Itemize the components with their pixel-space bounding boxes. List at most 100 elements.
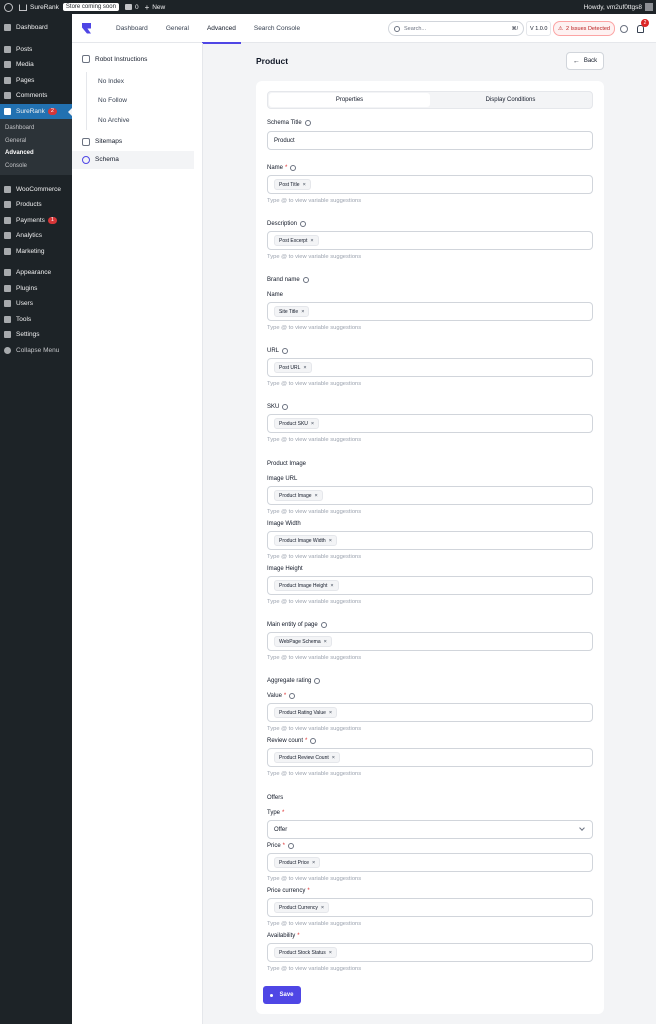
info-icon[interactable] [282, 404, 289, 410]
collapse-label: Collapse Menu [16, 346, 60, 354]
nav-sitemaps[interactable]: Sitemaps [72, 133, 202, 151]
info-icon[interactable] [289, 693, 296, 699]
chip-remove-icon[interactable]: × [311, 421, 314, 427]
tab-search-console[interactable]: Search Console [245, 14, 309, 43]
sidebar-item-posts[interactable]: Posts [0, 42, 72, 58]
submenu-dashboard[interactable]: Dashboard [0, 122, 72, 135]
admin-sidebar: Dashboard Posts Media Pages Comments Sur… [0, 14, 72, 1024]
info-icon[interactable] [302, 277, 309, 283]
info-icon[interactable] [304, 120, 311, 126]
tab-dashboard[interactable]: Dashboard [107, 14, 157, 43]
wordpress-logo-icon[interactable] [4, 2, 13, 12]
tab-properties[interactable]: Properties [269, 93, 430, 107]
url-field[interactable]: Post URL × [267, 358, 593, 377]
surerank-submenu: Dashboard General Advanced Console [0, 119, 72, 176]
rating-value-field[interactable]: Product Rating Value × [267, 703, 593, 722]
warning-icon: ⚠ [558, 25, 563, 32]
sidebar-item-appearance[interactable]: Appearance [0, 265, 72, 281]
sidebar-item-products[interactable]: Products [0, 197, 72, 213]
nav-no-archive[interactable]: No Archive [86, 110, 202, 130]
chip-remove-icon[interactable]: × [312, 860, 315, 866]
chip-remove-icon[interactable]: × [329, 710, 332, 716]
search-input[interactable]: Search... ⌘/ [388, 21, 524, 36]
chip-remove-icon[interactable]: × [301, 309, 304, 315]
sidebar-item-users[interactable]: Users [0, 296, 72, 312]
info-icon[interactable] [282, 348, 289, 354]
chevron-down-icon [579, 825, 585, 831]
info-icon[interactable] [310, 738, 317, 744]
info-icon[interactable] [320, 622, 327, 628]
tab-advanced[interactable]: Advanced [198, 14, 245, 44]
tab-display-conditions[interactable]: Display Conditions [430, 93, 591, 107]
sidebar-item-plugins[interactable]: Plugins [0, 280, 72, 296]
chip-remove-icon[interactable]: × [303, 365, 306, 371]
submenu-general[interactable]: General [0, 135, 72, 148]
image-url-field[interactable]: Product Image × [267, 486, 593, 505]
sidebar-item-comments[interactable]: Comments [0, 88, 72, 104]
submenu-console[interactable]: Console [0, 160, 72, 173]
sidebar-item-media[interactable]: Media [0, 57, 72, 73]
chip-remove-icon[interactable]: × [315, 493, 318, 499]
sidebar-item-payments[interactable]: Payments 1 [0, 212, 72, 228]
chip-remove-icon[interactable]: × [329, 950, 332, 956]
info-icon[interactable] [288, 843, 295, 849]
nav-no-follow[interactable]: No Follow [86, 91, 202, 111]
site-name-link[interactable]: SureRank [19, 3, 59, 11]
sidebar-item-pages[interactable]: Pages [0, 73, 72, 89]
store-badge[interactable]: Store coming soon [62, 3, 119, 11]
price-field[interactable]: Product Price × [267, 853, 593, 872]
name-field[interactable]: Post Title × [267, 175, 593, 194]
sku-field[interactable]: Product SKU × [267, 414, 593, 433]
chip-remove-icon[interactable]: × [324, 639, 327, 645]
back-button[interactable]: ← Back [566, 52, 604, 70]
avatar[interactable] [645, 3, 653, 11]
review-count-field[interactable]: Product Review Count × [267, 748, 593, 767]
issues-badge[interactable]: ⚠ 2 Issues Detected [553, 21, 615, 36]
chip-remove-icon[interactable]: × [332, 755, 335, 761]
submenu-advanced[interactable]: Advanced [0, 147, 72, 160]
chip-remove-icon[interactable]: × [310, 238, 313, 244]
tab-general[interactable]: General [157, 14, 198, 43]
image-height-field[interactable]: Product Image Height × [267, 576, 593, 595]
surerank-logo-icon[interactable] [82, 22, 91, 34]
availability-field[interactable]: Product Stock Status × [267, 943, 593, 962]
collapse-menu-button[interactable]: Collapse Menu [0, 342, 72, 358]
brand-name-field[interactable]: Site Title × [267, 302, 593, 321]
info-icon[interactable] [300, 221, 307, 227]
chip-remove-icon[interactable]: × [329, 538, 332, 544]
info-icon[interactable] [290, 165, 297, 171]
sidebar-item-surerank[interactable]: SureRank 2 [0, 103, 72, 119]
comments-link[interactable]: 0 [124, 4, 139, 11]
save-button[interactable]: Save [263, 986, 301, 1004]
sidebar-item-dashboard[interactable]: Dashboard [0, 20, 72, 36]
variable-chip: Product Image Height × [274, 580, 339, 591]
sidebar-item-label: Media [16, 61, 34, 69]
new-content-link[interactable]: + New [145, 3, 166, 12]
nav-no-index[interactable]: No Index [86, 72, 202, 92]
offer-type-select[interactable]: Offer [267, 820, 593, 839]
schema-title-field[interactable]: Product [267, 131, 593, 150]
image-width-field[interactable]: Product Image Width × [267, 531, 593, 550]
price-currency-field[interactable]: Product Currency × [267, 898, 593, 917]
field-hint: Type @ to view variable suggestions [267, 726, 362, 732]
chip-remove-icon[interactable]: × [303, 182, 306, 188]
nav-schema[interactable]: Schema [72, 150, 194, 169]
sidebar-item-woocommerce[interactable]: WooCommerce [0, 181, 72, 197]
howdy-user[interactable]: Howdy, vm2uf0ttgs8 [584, 4, 642, 11]
description-field[interactable]: Post Excerpt × [267, 231, 593, 250]
sidebar-item-analytics[interactable]: Analytics [0, 228, 72, 244]
chip-remove-icon[interactable]: × [321, 905, 324, 911]
sidebar-item-marketing[interactable]: Marketing [0, 243, 72, 259]
variable-chip: Post Excerpt × [274, 235, 319, 246]
chip-remove-icon[interactable]: × [330, 583, 333, 589]
main-entity-field[interactable]: WebPage Schema × [267, 632, 593, 651]
help-icon[interactable] [620, 25, 628, 33]
sidebar-item-tools[interactable]: Tools [0, 311, 72, 327]
sidebar-item-label: Products [16, 201, 42, 209]
surerank-icon [4, 107, 11, 115]
nav-robot-instructions[interactable]: Robot Instructions [72, 50, 202, 68]
info-icon[interactable] [314, 678, 321, 684]
aggregate-rating-heading: Aggregate rating [267, 678, 321, 684]
chip-label: WebPage Schema [279, 638, 321, 645]
sidebar-item-settings[interactable]: Settings [0, 327, 72, 343]
